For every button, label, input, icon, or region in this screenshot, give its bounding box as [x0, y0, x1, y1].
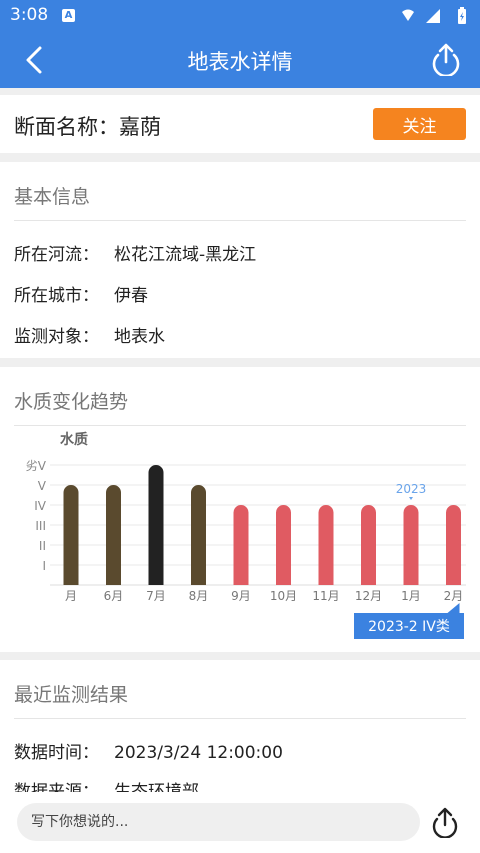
info-row-object: 监测对象： 地表水 — [14, 322, 165, 347]
info-value: 伊春 — [114, 286, 148, 306]
chart-bar — [276, 505, 291, 585]
section-name-card: 断面名称：嘉荫 关注 — [0, 95, 480, 153]
x-tick-label: 7月 — [146, 589, 166, 603]
notification-icon: A — [62, 9, 75, 22]
comment-input[interactable] — [17, 803, 420, 841]
info-row-city: 所在城市： 伊春 — [14, 281, 148, 306]
y-tick-label: IV — [34, 499, 47, 513]
y-tick-label: V — [38, 479, 47, 493]
basic-info-title: 基本信息 — [14, 186, 91, 208]
chart-bar — [446, 505, 461, 585]
divider — [14, 718, 466, 719]
app-bar: 3:08 A 地表水详情 — [0, 0, 480, 88]
tooltip-text: 2023-2 IV类 — [368, 619, 450, 635]
tooltip-pointer — [447, 603, 460, 613]
y-tick-label: II — [39, 539, 46, 553]
x-tick-label: 月 — [65, 589, 77, 603]
share-upload-icon[interactable] — [430, 806, 460, 838]
water-quality-chart[interactable]: 水质IIIIIIIVV劣V月 6月 7月 8月 9月 10月 11月 12月 1月 2月20232… — [0, 367, 480, 652]
info-row-river: 所在河流： 松花江流域-黑龙江 — [14, 240, 256, 265]
status-bar: 3:08 A — [0, 0, 480, 32]
chart-bar — [318, 505, 334, 585]
follow-button[interactable]: 关注 — [373, 108, 466, 140]
info-key: 监测对象： — [14, 327, 99, 347]
chart-bar — [63, 485, 79, 585]
year-marker-caret — [409, 497, 413, 500]
status-time: 3:08 — [10, 5, 49, 25]
chart-bar — [233, 505, 249, 585]
x-tick-label: 11月 — [312, 589, 339, 603]
comment-bar — [0, 792, 480, 853]
section-name: 断面名称：嘉荫 — [14, 115, 161, 139]
share-upload-icon[interactable] — [430, 42, 462, 76]
signal-icon — [426, 9, 440, 23]
info-value: 松花江流域-黑龙江 — [114, 245, 257, 265]
x-tick-label: 2月 — [444, 589, 464, 603]
divider — [14, 220, 466, 221]
trend-card: 水质变化趋势 水质 I II III IV V 劣V 月 6月 7月 8月 9月 10月 11月 12月 1月… — [0, 367, 480, 652]
info-key: 所在河流： — [14, 245, 99, 265]
chart-bar — [361, 505, 376, 585]
x-tick-label: 9月 — [231, 589, 251, 603]
x-tick-label: 8月 — [189, 589, 209, 603]
chart-bar — [106, 485, 121, 585]
x-tick-label: 1月 — [401, 589, 421, 603]
x-tick-label: 10月 — [270, 589, 297, 603]
info-value: 地表水 — [114, 327, 165, 347]
basic-info-card: 基本信息 所在河流： 松花江流域-黑龙江 所在城市： 伊春 监测对象： 地表水 — [0, 162, 480, 358]
x-tick-label: 12月 — [355, 589, 382, 603]
y-tick-label: I — [42, 559, 46, 573]
info-row-time: 数据时间： 2023/3/24 12:00:00 — [14, 738, 283, 763]
page-title: 地表水详情 — [187, 50, 293, 74]
recent-title: 最近监测结果 — [14, 684, 129, 706]
wifi-icon — [402, 9, 414, 21]
info-value: 2023/3/24 12:00:00 — [114, 743, 283, 763]
chart-bar — [148, 465, 164, 585]
x-tick-label: 6月 — [104, 589, 124, 603]
nav-row: 地表水详情 — [0, 32, 480, 88]
chart-bar — [403, 505, 419, 585]
chart-ylabel: 水质 — [60, 431, 88, 448]
info-key: 数据时间： — [14, 743, 99, 763]
info-key: 所在城市： — [14, 286, 99, 306]
system-status-icons — [402, 7, 466, 24]
chart-bar — [191, 485, 206, 585]
y-tick-label: 劣V — [26, 459, 47, 473]
year-marker: 2023 — [396, 482, 427, 496]
y-tick-label: III — [35, 519, 46, 533]
